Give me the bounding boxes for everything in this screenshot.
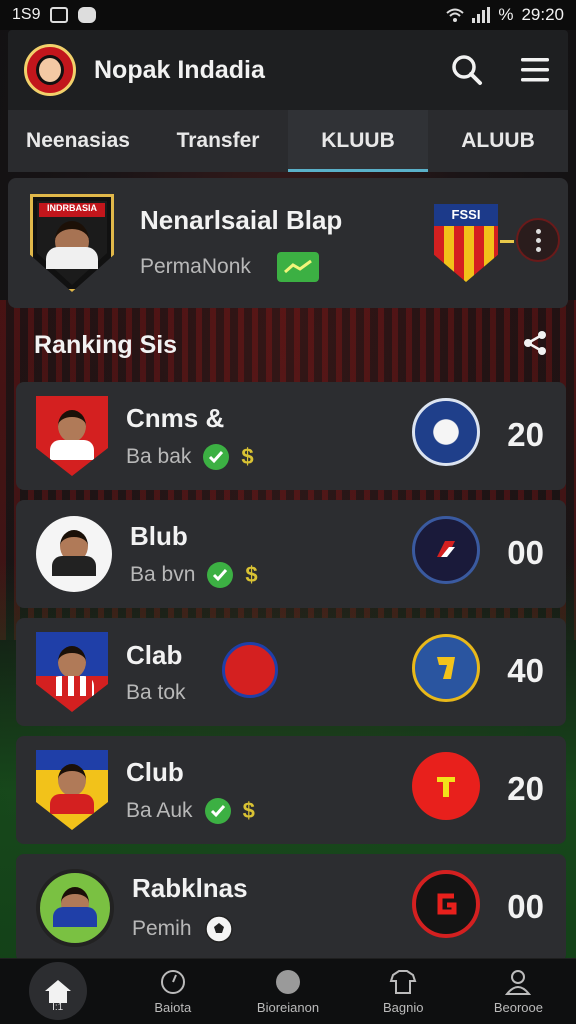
secondary-club-crest — [222, 642, 278, 698]
row-name: Clab — [126, 639, 183, 670]
share-icon — [524, 330, 546, 355]
nav-label: Bagnio — [382, 1000, 424, 1015]
nav-bioreianon[interactable]: Bioreianon — [230, 968, 345, 1015]
check-icon — [207, 561, 234, 588]
crest-dash — [500, 240, 514, 243]
row-name: Club — [126, 756, 184, 787]
opponent-club-logo — [412, 634, 480, 702]
club-badge — [36, 632, 108, 712]
check-icon — [204, 797, 231, 824]
nav-label: Baiota — [154, 1000, 192, 1015]
opponent-club-logo — [412, 752, 480, 820]
app-logo[interactable] — [24, 44, 76, 96]
notification-icon — [78, 7, 97, 23]
club-crest-band: FSSI — [434, 204, 498, 226]
tab-bar: Neenasias Transfer KLUUB ALUUB — [8, 110, 568, 172]
wifi-icon — [446, 8, 464, 22]
row-subtitle: Pemih — [132, 916, 192, 940]
bottom-navigation: Ⅰ:1 Baiota Bioreianon Bagnio Beorooe — [0, 958, 576, 1024]
app-container: Nopak Indadia Neenasias Transfer KLUUB A… — [8, 30, 568, 962]
dollar-icon: $ — [242, 797, 255, 823]
status-time: 29:20 — [521, 5, 564, 24]
check-icon — [203, 443, 230, 470]
app-title: Nopak Indadia — [94, 55, 265, 84]
football-icon — [204, 914, 233, 943]
opponent-club-logo — [412, 398, 480, 466]
nav-home-label: Ⅰ:1 — [51, 1002, 64, 1013]
ranking-row[interactable]: Blub Ba bvn $ 00 — [16, 500, 566, 608]
tab-kluub[interactable]: KLUUB — [288, 110, 428, 172]
ranking-list: Cnms & Ba bak $ 20 Blub Ba bvn $ 00 Clab… — [8, 382, 568, 962]
more-vertical-icon — [535, 227, 541, 254]
row-score: 00 — [507, 534, 544, 571]
row-score: 40 — [507, 652, 544, 689]
nav-beorooe[interactable]: Beorooe — [461, 968, 576, 1015]
tab-transfer[interactable]: Transfer — [148, 110, 288, 172]
app-header: Nopak Indadia — [8, 30, 568, 110]
search-button[interactable] — [450, 53, 484, 87]
dollar-icon: $ — [245, 561, 258, 587]
row-name: Rabklnas — [132, 872, 248, 903]
row-subtitle: Ba tok — [126, 680, 186, 704]
club-crest-text: FSSI — [451, 207, 481, 222]
status-bar: 1S9 % 29:20 — [0, 0, 576, 30]
ranking-row[interactable]: Clab Ba tok 40 — [16, 618, 566, 726]
ranking-row[interactable]: Cnms & Ba bak $ 20 — [16, 382, 566, 490]
row-subtitle: Ba bvn — [130, 562, 196, 586]
share-button[interactable] — [520, 328, 550, 363]
tab-aluub[interactable]: ALUUB — [428, 110, 568, 172]
dollar-icon: $ — [241, 443, 254, 469]
nav-label: Beorooe — [493, 1000, 543, 1015]
club-badge — [36, 750, 108, 830]
club-badge — [36, 869, 114, 947]
nav-home[interactable]: Ⅰ:1 — [0, 962, 115, 1020]
menu-button[interactable] — [518, 53, 552, 87]
profile-icon — [504, 968, 532, 996]
ranking-section-header: Ranking Sis — [8, 308, 568, 382]
shirt-icon — [389, 968, 417, 996]
row-name: Blub — [130, 520, 188, 551]
signal-icon — [472, 7, 491, 23]
row-name: Cnms & — [126, 402, 225, 433]
section-title: Ranking Sis — [34, 330, 178, 359]
profile-card[interactable]: INDRBASIA Nenarlsaial Blap PermaNonk FSS… — [8, 178, 568, 308]
row-score: 20 — [507, 770, 544, 807]
more-options-button[interactable] — [516, 218, 560, 262]
player-crest: INDRBASIA — [30, 194, 114, 292]
timer-icon — [159, 968, 187, 996]
trend-up-icon — [276, 251, 319, 282]
battery-text: % — [498, 5, 514, 24]
search-icon — [452, 55, 482, 85]
row-subtitle: Ba Auk — [126, 798, 193, 822]
opponent-club-logo — [412, 516, 480, 584]
player-avatar — [36, 516, 112, 592]
gallery-icon — [50, 7, 69, 23]
profile-subtitle: PermaNonk — [140, 254, 251, 278]
nav-baiota[interactable]: Baiota — [115, 968, 230, 1015]
ranking-row[interactable]: Club Ba Auk $ 20 — [16, 736, 566, 844]
row-score: 20 — [507, 416, 544, 453]
profile-name: Nenarlsaial Blap — [140, 204, 343, 235]
tab-neenasias[interactable]: Neenasias — [8, 110, 148, 172]
nav-label: Bioreianon — [256, 1000, 320, 1015]
hamburger-icon — [521, 58, 549, 82]
nav-bagnio[interactable]: Bagnio — [346, 968, 461, 1015]
ranking-row[interactable]: Rabklnas Pemih 00 — [16, 854, 566, 962]
ball-icon — [274, 968, 302, 996]
opponent-club-logo — [412, 870, 480, 938]
status-left-text: 1S9 — [12, 6, 41, 23]
row-score: 00 — [507, 888, 544, 925]
club-badge — [36, 396, 108, 476]
crest-text: INDRBASIA — [46, 203, 97, 213]
row-subtitle: Ba bak — [126, 444, 192, 468]
